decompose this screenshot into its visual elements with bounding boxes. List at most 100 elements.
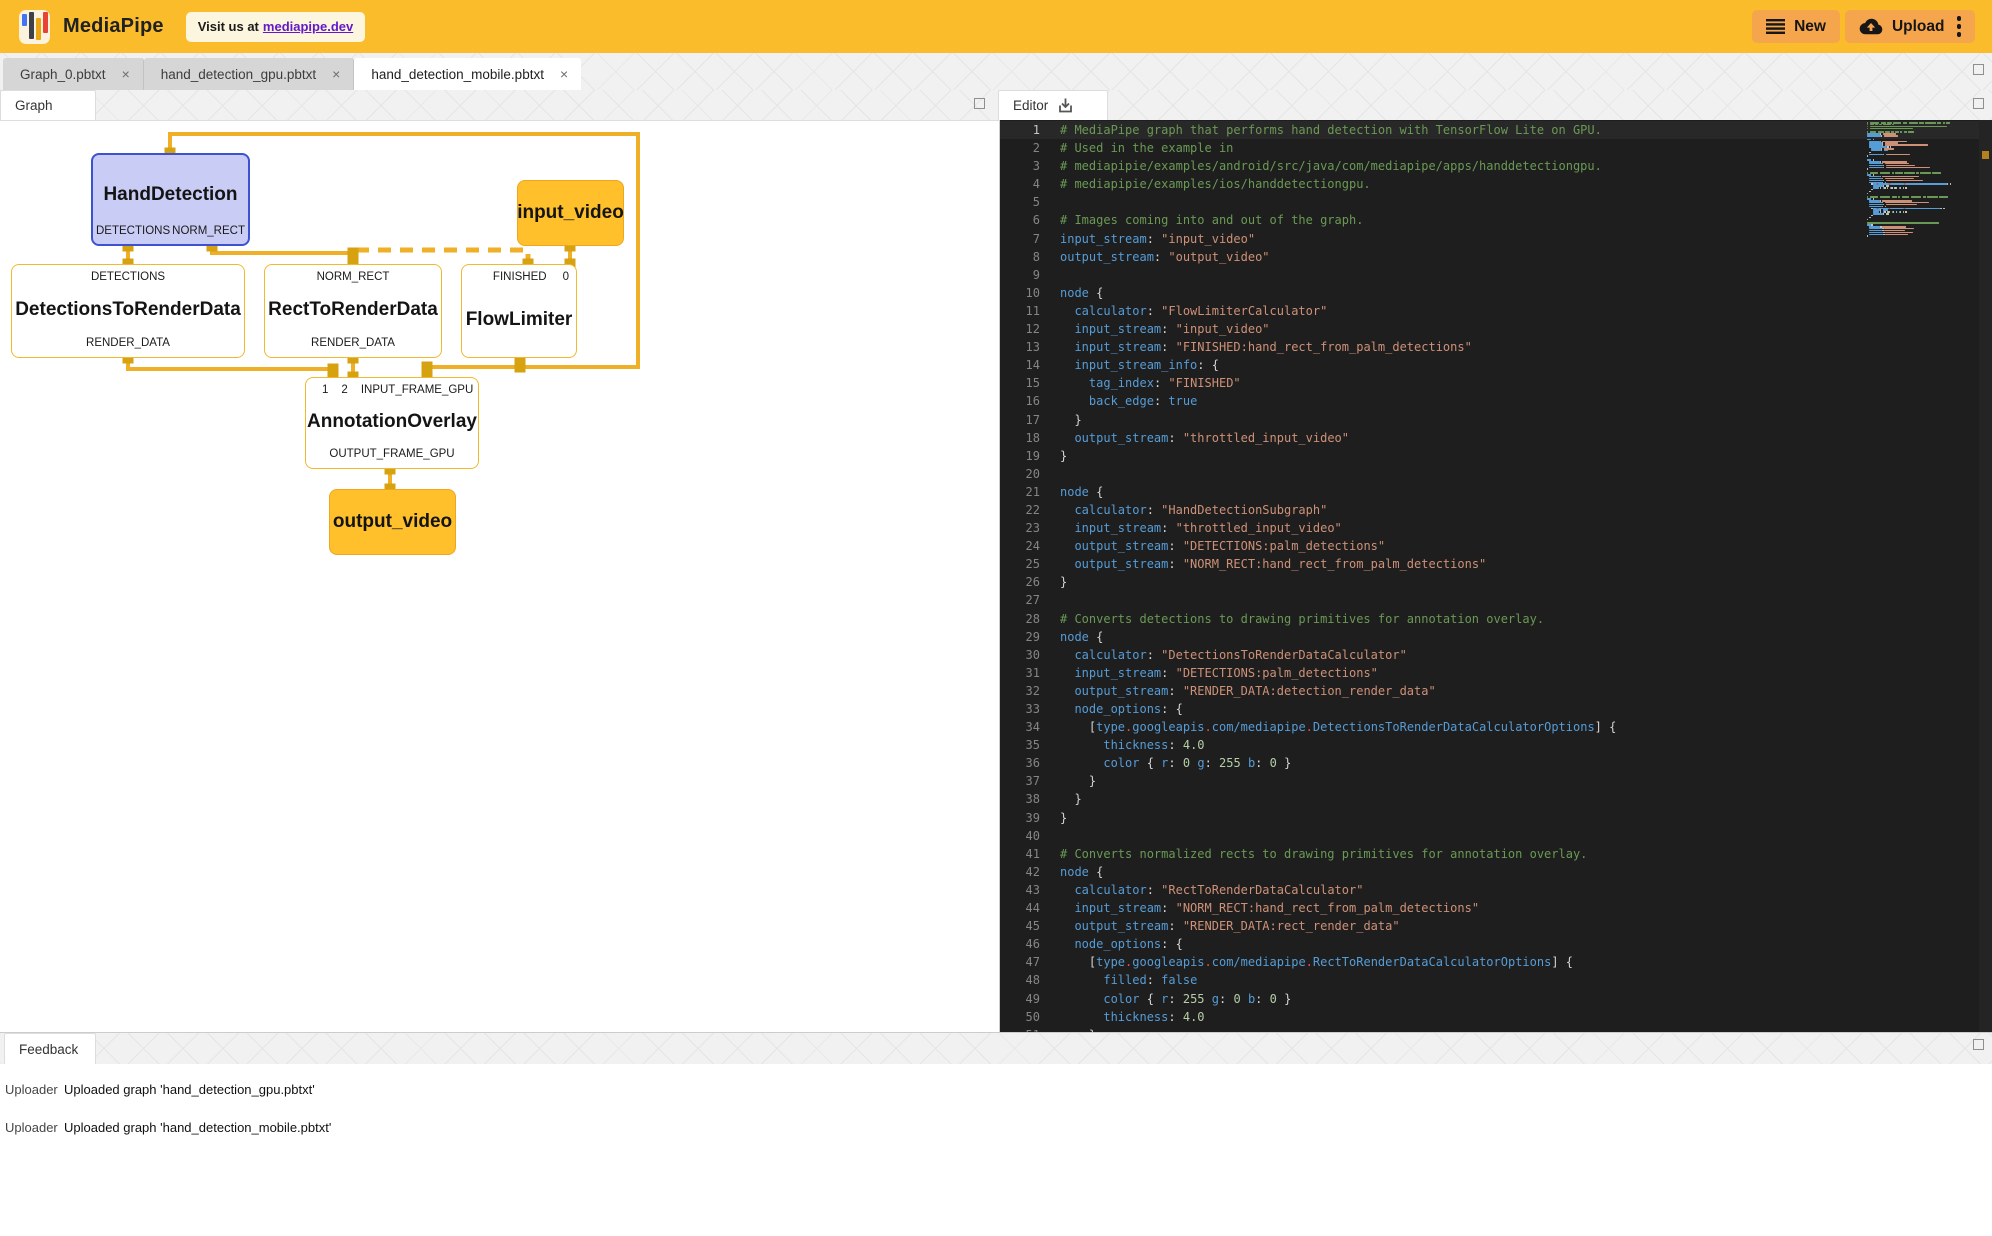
upload-button[interactable]: Upload — [1845, 10, 1975, 43]
close-tab-icon[interactable]: × — [329, 66, 343, 82]
code-line: 5 — [1000, 193, 1992, 211]
editor-scrollbar[interactable] — [1979, 120, 1992, 1032]
maximize-graph-panel-icon[interactable] — [974, 98, 985, 109]
code-editor[interactable]: 1# MediaPipe graph that performs hand de… — [1000, 120, 1992, 1032]
line-number: 1 — [1000, 121, 1040, 139]
code-line: 4# mediapipie/examples/ios/handdetection… — [1000, 175, 1992, 193]
file-tab-label: hand_detection_mobile.pbtxt — [371, 67, 544, 82]
line-number: 10 — [1000, 284, 1040, 302]
code-line: 14 input_stream_info: { — [1000, 356, 1992, 374]
code-line: 3# mediapipie/examples/android/src/java/… — [1000, 157, 1992, 175]
code-line: 24 output_stream: "DETECTIONS:palm_detec… — [1000, 537, 1992, 555]
tab-feedback[interactable]: Feedback — [4, 1033, 96, 1064]
graph-node-input-video[interactable]: input_video — [517, 180, 624, 246]
line-number: 3 — [1000, 157, 1040, 175]
line-number: 31 — [1000, 664, 1040, 682]
port-labels: OUTPUT_FRAME_GPU — [306, 448, 478, 460]
file-tab-hand_detection_mobile.pbtxt[interactable]: hand_detection_mobile.pbtxt × — [354, 58, 581, 90]
port-label: DETECTIONS — [91, 271, 165, 283]
graph-node-output-video[interactable]: output_video — [329, 489, 456, 555]
code-line: 29node { — [1000, 628, 1992, 646]
file-tab-label: Graph_0.pbtxt — [20, 67, 106, 82]
file-tab-label: hand_detection_gpu.pbtxt — [161, 67, 316, 82]
graph-canvas[interactable]: HandDetectionDETECTIONSNORM_RECT input_vi… — [0, 120, 1000, 1032]
line-number: 46 — [1000, 935, 1040, 953]
code-line: 13 input_stream: "FINISHED:hand_rect_fro… — [1000, 338, 1992, 356]
code-line: 35 thickness: 4.0 — [1000, 736, 1992, 754]
feedback-tab-label: Feedback — [19, 1042, 78, 1057]
line-number: 16 — [1000, 392, 1040, 410]
graph-node-detections-to-render-data[interactable]: DETECTIONSDetectionsToRenderDataRENDER_D… — [11, 264, 245, 358]
maximize-feedback-panel-icon[interactable] — [1973, 1039, 1984, 1050]
line-number: 18 — [1000, 429, 1040, 447]
mediapipe-dev-link[interactable]: mediapipe.dev — [263, 19, 353, 34]
line-number: 19 — [1000, 447, 1040, 465]
line-number: 2 — [1000, 139, 1040, 157]
graph-node-flow-limiter[interactable]: FINISHED0FlowLimiter — [461, 264, 577, 358]
line-number: 27 — [1000, 591, 1040, 609]
line-number: 5 — [1000, 193, 1040, 211]
file-tabs: Graph_0.pbtxt×hand_detection_gpu.pbtxt×h… — [3, 58, 581, 90]
node-title: output_video — [330, 511, 455, 533]
code-line: 42node { — [1000, 863, 1992, 881]
feedback-log: UploaderUploaded graph 'hand_detection_g… — [0, 1064, 1992, 1236]
editor-minimap[interactable] — [1867, 122, 1947, 239]
code-line: 47 [type.googleapis.com/mediapipe.RectTo… — [1000, 953, 1992, 971]
port-labels: RENDER_DATA — [265, 337, 441, 349]
line-number: 47 — [1000, 953, 1040, 971]
maximize-editor-panel-icon[interactable] — [1973, 98, 1984, 109]
line-number: 12 — [1000, 320, 1040, 338]
line-number: 8 — [1000, 248, 1040, 266]
code-line: 8output_stream: "output_video" — [1000, 248, 1992, 266]
file-tab-Graph_0.pbtxt[interactable]: Graph_0.pbtxt × — [3, 58, 144, 90]
download-icon[interactable] — [1057, 97, 1074, 114]
line-number: 15 — [1000, 374, 1040, 392]
node-title: input_video — [518, 202, 623, 224]
port-labels: DETECTIONSNORM_RECT — [93, 225, 248, 237]
graph-node-hand-detection[interactable]: HandDetectionDETECTIONSNORM_RECT — [91, 153, 250, 246]
line-number: 45 — [1000, 917, 1040, 935]
graph-node-rect-to-render-data[interactable]: NORM_RECTRectToRenderDataRENDER_DATA — [264, 264, 442, 358]
more-options-icon[interactable] — [1957, 14, 1962, 38]
line-number: 41 — [1000, 845, 1040, 863]
node-title: DetectionsToRenderData — [12, 283, 244, 337]
code-line: 25 output_stream: "NORM_RECT:hand_rect_f… — [1000, 555, 1992, 573]
port-label: 1 — [322, 384, 328, 396]
close-tab-icon[interactable]: × — [119, 66, 133, 82]
line-number: 48 — [1000, 971, 1040, 989]
maximize-tabbar-icon[interactable] — [1973, 64, 1984, 75]
line-number: 49 — [1000, 990, 1040, 1008]
app-title: MediaPipe — [63, 15, 164, 38]
line-number: 42 — [1000, 863, 1040, 881]
line-number: 44 — [1000, 899, 1040, 917]
port-labels: NORM_RECT — [265, 271, 441, 283]
port-label: INPUT_FRAME_GPU — [361, 384, 473, 396]
code-line: 37 } — [1000, 772, 1992, 790]
line-number: 37 — [1000, 772, 1040, 790]
code-line: 9 — [1000, 266, 1992, 284]
line-number: 25 — [1000, 555, 1040, 573]
upload-cloud-icon — [1859, 18, 1883, 35]
code-line: 23 input_stream: "throttled_input_video" — [1000, 519, 1992, 537]
close-tab-icon[interactable]: × — [557, 66, 571, 82]
feedback-message: Uploaded graph 'hand_detection_gpu.pbtxt… — [64, 1082, 315, 1097]
feedback-source: Uploader — [0, 1082, 64, 1097]
graph-edge — [128, 358, 333, 377]
code-line: 50 thickness: 4.0 — [1000, 1008, 1992, 1026]
tab-editor[interactable]: Editor — [998, 90, 1108, 120]
line-number: 11 — [1000, 302, 1040, 320]
port-labels: RENDER_DATA — [12, 337, 244, 349]
port-label: RENDER_DATA — [86, 337, 170, 349]
code-line: 31 input_stream: "DETECTIONS:palm_detect… — [1000, 664, 1992, 682]
line-number: 6 — [1000, 211, 1040, 229]
tab-graph[interactable]: Graph — [0, 90, 96, 120]
code-line: 36 color { r: 0 g: 255 b: 0 } — [1000, 754, 1992, 772]
feedback-source: Uploader — [0, 1120, 64, 1135]
new-button[interactable]: New — [1752, 10, 1840, 43]
code-line: 45 output_stream: "RENDER_DATA:rect_rend… — [1000, 917, 1992, 935]
file-tab-hand_detection_gpu.pbtxt[interactable]: hand_detection_gpu.pbtxt × — [144, 58, 355, 90]
graph-node-annotation-overlay[interactable]: 12INPUT_FRAME_GPUAnnotationOverlayOUTPUT… — [305, 377, 479, 469]
line-number: 20 — [1000, 465, 1040, 483]
port-label: NORM_RECT — [317, 271, 390, 283]
graph-edge — [212, 246, 353, 264]
